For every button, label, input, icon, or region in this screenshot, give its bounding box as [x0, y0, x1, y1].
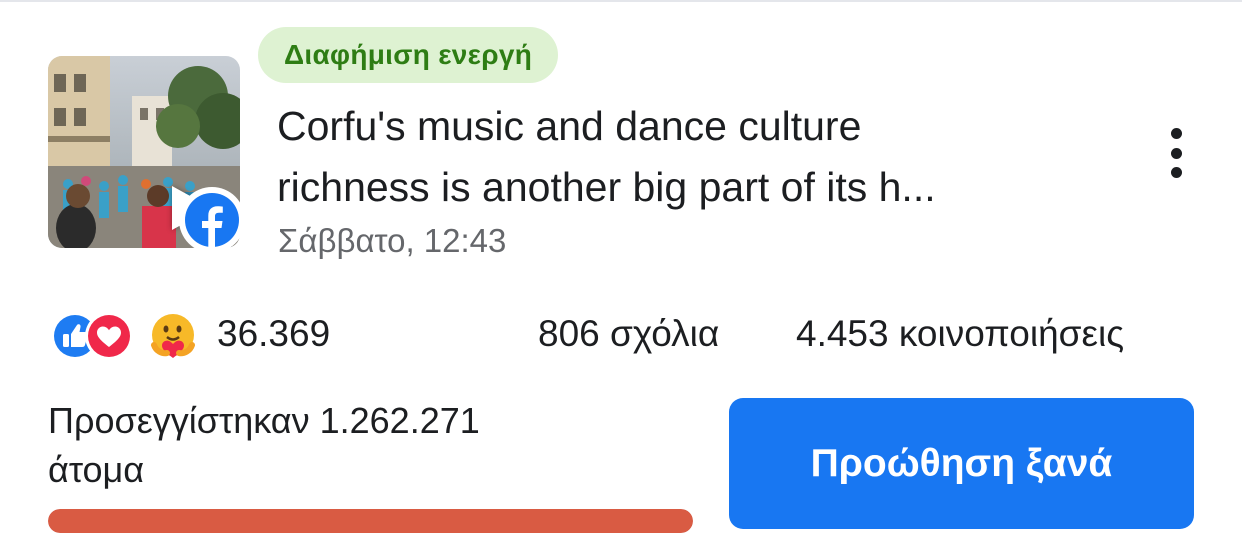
- top-divider: [0, 0, 1242, 2]
- care-icon: [148, 311, 198, 361]
- post-date: Σάββατο, 12:43: [278, 222, 507, 259]
- facebook-icon: [179, 187, 245, 253]
- post-title[interactable]: Corfu's music and dance culture richness…: [277, 96, 1097, 218]
- post-title-line2: richness is another big part of its h...: [277, 164, 936, 210]
- reach-summary-line2: άτομα: [48, 449, 145, 490]
- reaction-icons[interactable]: [50, 311, 200, 365]
- boost-again-button[interactable]: Προώθηση ξανά: [729, 398, 1194, 529]
- share-count[interactable]: 4.453 κοινοποιήσεις: [796, 313, 1124, 355]
- comment-count[interactable]: 806 σχόλια: [538, 313, 719, 355]
- more-options-icon[interactable]: [1160, 128, 1192, 178]
- reaction-count[interactable]: 36.369: [217, 313, 330, 355]
- reach-progress-bar: [48, 509, 693, 533]
- post-title-line1: Corfu's music and dance culture: [277, 103, 862, 149]
- reach-summary: Προσεγγίστηκαν 1.262.271 άτομα: [48, 396, 668, 494]
- love-icon: [85, 312, 133, 360]
- reach-summary-line1: Προσεγγίστηκαν 1.262.271: [48, 400, 480, 441]
- reach-progress-fill: [48, 509, 693, 533]
- ad-status-badge: Διαφήμιση ενεργή: [258, 27, 559, 83]
